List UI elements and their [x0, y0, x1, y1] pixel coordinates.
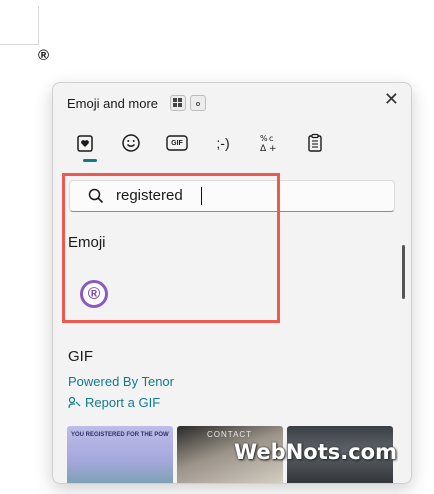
inserted-registered-symbol: ®	[38, 47, 50, 64]
panel-title: Emoji and more	[67, 96, 159, 111]
kaomoji-tab-label: ;-)	[216, 135, 230, 151]
clipboard-icon	[308, 133, 322, 152]
tab-symbols[interactable]: % ϲ Δ +	[251, 129, 287, 157]
tab-emoji[interactable]	[113, 129, 149, 157]
search-query: registered	[116, 187, 183, 204]
emoji-panel: Emoji and more ✕ GIF ;-) % ϲ Δ + registe…	[52, 82, 412, 484]
smiley-icon	[122, 134, 140, 152]
symbols-icon: % ϲ Δ +	[260, 134, 277, 153]
search-input[interactable]: registered	[69, 180, 395, 212]
document-cell-border	[0, 6, 39, 45]
pin-button[interactable]	[190, 95, 206, 111]
tab-gif[interactable]: GIF	[159, 129, 195, 157]
gif-section-heading: GIF	[68, 348, 93, 365]
active-tab-indicator	[83, 159, 97, 162]
gif-thumbnail-caption: CONTACT	[207, 430, 253, 439]
svg-text:%: %	[260, 134, 268, 143]
tab-favorites[interactable]	[67, 129, 103, 157]
powered-by-tenor-link[interactable]: Powered By Tenor	[68, 374, 174, 389]
emoji-section-heading: Emoji	[68, 234, 106, 251]
report-gif-label: Report a GIF	[85, 395, 161, 410]
gif-thumbnail-caption: YOU REGISTERED FOR THE POW	[71, 432, 169, 438]
category-tabs: GIF ;-) % ϲ Δ +	[67, 129, 397, 159]
watermark: WebNots.com	[234, 440, 397, 464]
circle-icon	[196, 102, 200, 106]
link-icon	[68, 396, 81, 409]
svg-text:ϲ: ϲ	[269, 134, 273, 143]
tab-clipboard[interactable]	[297, 129, 333, 157]
svg-text:+: +	[269, 144, 277, 153]
svg-text:Δ: Δ	[260, 144, 267, 153]
grid-icon	[173, 98, 177, 102]
registered-emoji-result[interactable]: ®	[80, 280, 108, 308]
tab-kaomoji[interactable]: ;-)	[205, 129, 241, 157]
gif-thumbnail[interactable]: YOU REGISTERED FOR THE POW	[67, 426, 173, 483]
close-button[interactable]: ✕	[384, 89, 399, 110]
heart-icon	[77, 135, 93, 152]
scrollbar-thumb[interactable]	[402, 245, 405, 299]
keyboard-layout-button[interactable]	[170, 95, 186, 111]
gif-tab-label: GIF	[171, 139, 183, 147]
text-caret	[201, 187, 202, 205]
report-gif-link[interactable]: Report a GIF	[68, 395, 160, 410]
search-icon	[88, 188, 104, 204]
